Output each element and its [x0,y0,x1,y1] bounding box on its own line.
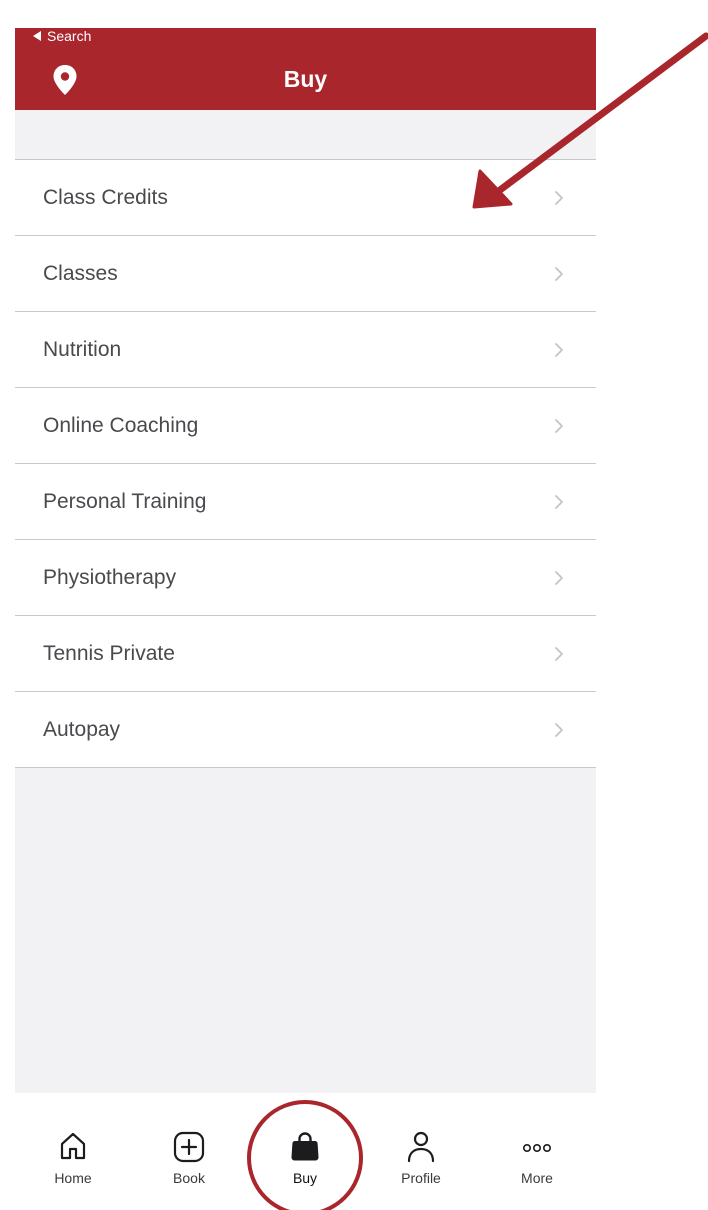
back-label: Search [47,28,92,44]
list-item-autopay[interactable]: Autopay [15,692,596,768]
tab-buy[interactable]: Buy [247,1093,363,1210]
tab-home[interactable]: Home [15,1093,131,1210]
app-screen: Search Buy Class Credits Classes Nutriti… [15,28,596,1210]
chevron-right-icon [555,191,563,205]
bottom-tab-bar: Home Book Buy Profile More [15,1093,596,1210]
page-title: Buy [283,66,328,92]
chevron-right-icon [555,571,563,585]
back-to-search-link[interactable]: Search [33,28,91,44]
list-item-label: Tennis Private [43,642,175,665]
buy-category-list: Class Credits Classes Nutrition Online C… [15,159,596,768]
person-icon [407,1131,435,1163]
tab-profile[interactable]: Profile [363,1093,479,1210]
list-item-label: Nutrition [43,338,122,361]
list-item-label: Physiotherapy [43,566,177,589]
list-item-tennis-private[interactable]: Tennis Private [15,616,596,692]
home-icon [60,1132,86,1160]
tab-label: Buy [292,1170,318,1186]
list-item-nutrition[interactable]: Nutrition [15,312,596,388]
back-arrow-icon [33,31,41,41]
list-item-physiotherapy[interactable]: Physiotherapy [15,540,596,616]
tab-label: Home [54,1170,92,1186]
plus-box-icon [173,1131,205,1163]
page: Search Buy Class Credits Classes Nutriti… [0,0,708,1210]
tab-more[interactable]: More [479,1093,595,1210]
chevron-right-icon [555,419,563,433]
list-item-label: Personal Training [43,490,207,513]
list-item-online-coaching[interactable]: Online Coaching [15,388,596,464]
chevron-right-icon [555,343,563,357]
more-dots-icon [522,1144,551,1153]
list-item-personal-training[interactable]: Personal Training [15,464,596,540]
top-bar: Search Buy [15,28,596,110]
tab-label: More [521,1170,553,1186]
list-item-classes[interactable]: Classes [15,236,596,312]
list-item-label: Class Credits [43,186,168,209]
list-item-label: Autopay [43,718,121,741]
list-item-label: Online Coaching [43,414,199,437]
shopping-bag-icon [291,1132,319,1161]
tab-book[interactable]: Book [131,1093,247,1210]
list-item-label: Classes [43,262,118,285]
chevron-right-icon [555,267,563,281]
tab-label: Profile [401,1170,441,1186]
chevron-right-icon [555,647,563,661]
chevron-right-icon [555,495,563,509]
chevron-right-icon [555,723,563,737]
tab-label: Book [173,1170,205,1186]
list-item-class-credits[interactable]: Class Credits [15,160,596,236]
